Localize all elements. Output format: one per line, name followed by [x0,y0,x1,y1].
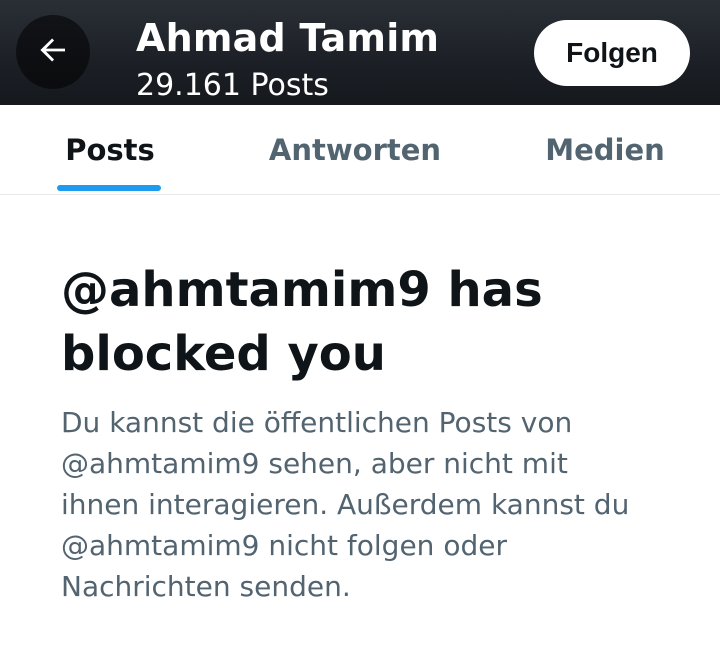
follow-button[interactable]: Folgen [534,20,690,86]
active-tab-indicator [57,185,161,191]
back-button[interactable] [16,15,90,89]
profile-header: Ahmad Tamim 29.161 Posts Folgen [0,0,720,105]
profile-tabs: Posts Antworten Medien [0,105,720,195]
arrow-left-icon [35,32,71,72]
tab-media[interactable]: Medien [530,105,680,194]
tab-replies[interactable]: Antworten [255,105,455,194]
blocked-description: Du kannst die öffentlichen Posts von @ah… [61,406,630,603]
tab-posts[interactable]: Posts [40,105,180,194]
post-count: 29.161 Posts [136,68,329,103]
blocked-title: @ahmtamim9 has blocked you [61,262,543,382]
profile-title-block: Ahmad Tamim 29.161 Posts [136,14,439,105]
profile-name: Ahmad Tamim [136,16,440,60]
